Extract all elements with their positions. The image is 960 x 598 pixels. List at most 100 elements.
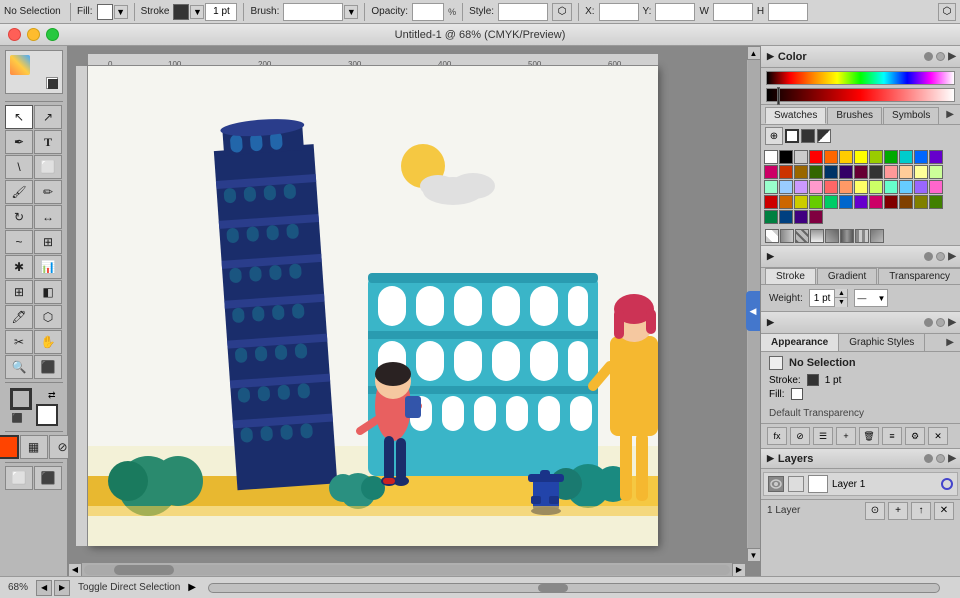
swatch-color-item[interactable] bbox=[929, 165, 943, 179]
selection-tool-btn[interactable]: ↖ bbox=[5, 105, 33, 129]
swatch-color-item[interactable] bbox=[914, 195, 928, 209]
layers-panel-min-btn[interactable] bbox=[936, 454, 945, 463]
swatch-color-item[interactable] bbox=[854, 195, 868, 209]
toggle-arrow-btn[interactable]: ▶ bbox=[188, 582, 196, 593]
appearance-fill-swatch[interactable] bbox=[791, 388, 803, 400]
stroke-widget[interactable] bbox=[10, 388, 32, 410]
pattern-swatch-item[interactable] bbox=[840, 229, 854, 243]
swatch-color-item[interactable] bbox=[914, 180, 928, 194]
stroke-panel-close-btn[interactable] bbox=[924, 252, 933, 261]
gradient-tab[interactable]: Gradient bbox=[817, 268, 877, 284]
panels-collapse-tab[interactable]: ◀ bbox=[746, 291, 760, 331]
swatch-color-item[interactable] bbox=[794, 180, 808, 194]
layer-trash-btn[interactable]: ✕ bbox=[934, 502, 954, 520]
stroke-increment-btn[interactable]: ▲ bbox=[835, 289, 847, 298]
swatch-color-item[interactable] bbox=[899, 195, 913, 209]
swatch-black[interactable] bbox=[801, 129, 815, 143]
swatch-color-item[interactable] bbox=[929, 195, 943, 209]
pattern-swatch-item[interactable] bbox=[855, 229, 869, 243]
stroke-tab[interactable]: Stroke bbox=[765, 268, 816, 284]
pen-tool-btn[interactable]: ✒ bbox=[5, 130, 33, 154]
stroke-panel-menu-btn[interactable]: ▶ bbox=[948, 251, 956, 262]
swatch-white[interactable] bbox=[785, 129, 799, 143]
status-scroll-thumb[interactable] bbox=[538, 584, 568, 592]
swatch-color-item[interactable] bbox=[869, 150, 883, 164]
layers-panel-menu-btn[interactable]: ▶ bbox=[948, 453, 956, 464]
swatch-color-item[interactable] bbox=[824, 165, 838, 179]
swatch-color-item[interactable] bbox=[854, 180, 868, 194]
pattern-swatch-item[interactable] bbox=[870, 229, 884, 243]
nav-right-btn[interactable]: ▶ bbox=[54, 580, 70, 596]
swatch-color-item[interactable] bbox=[914, 165, 928, 179]
w-input[interactable]: 0 mm bbox=[713, 3, 753, 21]
swatch-color-item[interactable] bbox=[764, 210, 778, 224]
blend-tool-btn[interactable]: ⬡ bbox=[34, 305, 62, 329]
line-tool-btn[interactable]: \ bbox=[5, 155, 33, 179]
pencil-tool-btn[interactable]: ✏ bbox=[34, 180, 62, 204]
paint-brush-tool-btn[interactable]: 🖌 bbox=[5, 180, 33, 204]
screen-mode-btn[interactable]: ⬜ bbox=[5, 466, 33, 490]
swatch-color-item[interactable] bbox=[764, 195, 778, 209]
scroll-left-btn[interactable]: ◀ bbox=[68, 563, 82, 577]
symbols-tab[interactable]: Symbols bbox=[883, 107, 939, 124]
transparency-tab[interactable]: Transparency bbox=[878, 268, 960, 284]
swatch-color-item[interactable] bbox=[764, 165, 778, 179]
swatch-color-item[interactable] bbox=[794, 150, 808, 164]
swatch-color-item[interactable] bbox=[929, 150, 943, 164]
gradient-mode-btn[interactable]: ▦ bbox=[20, 435, 48, 459]
style-selector[interactable] bbox=[498, 3, 548, 21]
swatch-color-item[interactable] bbox=[824, 195, 838, 209]
stroke-panel-min-btn[interactable] bbox=[936, 252, 945, 261]
appearance-stroke-swatch[interactable] bbox=[807, 374, 819, 386]
swatch-color-item[interactable] bbox=[809, 150, 823, 164]
stroke-decrement-btn[interactable]: ▼ bbox=[835, 298, 847, 307]
stroke-color-swatch[interactable] bbox=[173, 4, 189, 20]
swatch-special-target[interactable]: ⊕ bbox=[765, 127, 783, 145]
column-graph-tool-btn[interactable]: 📊 bbox=[34, 255, 62, 279]
stroke-cap-dropdown[interactable]: — ▼ bbox=[854, 289, 888, 307]
appearance-tab-menu[interactable]: ▶ bbox=[940, 334, 960, 351]
color-panel-min-btn[interactable] bbox=[936, 52, 945, 61]
pattern-swatch-item[interactable] bbox=[795, 229, 809, 243]
layer-select-indicator[interactable] bbox=[941, 478, 953, 490]
graphic-styles-tab[interactable]: Graphic Styles bbox=[839, 334, 925, 351]
nav-left-btn[interactable]: ◀ bbox=[36, 580, 52, 596]
appearance-tab[interactable]: Appearance bbox=[761, 334, 839, 351]
appearance-menu-btn[interactable]: ☰ bbox=[813, 427, 833, 445]
color-mode-btn[interactable] bbox=[0, 435, 19, 459]
swatch-color-item[interactable] bbox=[809, 210, 823, 224]
status-scroll[interactable] bbox=[208, 583, 940, 593]
swatch-color-item[interactable] bbox=[884, 165, 898, 179]
swatch-color-item[interactable] bbox=[794, 210, 808, 224]
gradient-tool-btn[interactable]: ◧ bbox=[34, 280, 62, 304]
color-spectrum[interactable] bbox=[766, 71, 955, 85]
swatch-color-item[interactable] bbox=[809, 195, 823, 209]
stroke-weight-spinner[interactable]: 1 pt ▲ ▼ bbox=[809, 289, 849, 307]
swatch-color-item[interactable] bbox=[869, 165, 883, 179]
swatch-color-item[interactable] bbox=[839, 165, 853, 179]
fill-dropdown-btn[interactable]: ▼ bbox=[114, 5, 128, 19]
minimize-window-btn[interactable] bbox=[27, 28, 40, 41]
swatch-color-item[interactable] bbox=[764, 150, 778, 164]
swatch-color-item[interactable] bbox=[884, 195, 898, 209]
rect-tool-btn[interactable]: ⬜ bbox=[34, 155, 62, 179]
swatch-color-item[interactable] bbox=[779, 165, 793, 179]
swatch-color-item[interactable] bbox=[779, 210, 793, 224]
layer-move-btn[interactable]: ↑ bbox=[911, 502, 931, 520]
layer-locate-btn[interactable]: ⊙ bbox=[865, 502, 885, 520]
swatch-color-item[interactable] bbox=[824, 180, 838, 194]
swatch-color-item[interactable] bbox=[884, 180, 898, 194]
appearance-panel-menu-btn[interactable]: ▶ bbox=[948, 317, 956, 328]
swatch-color-item[interactable] bbox=[899, 150, 913, 164]
swatch-color-item[interactable] bbox=[899, 165, 913, 179]
swap-colors-btn[interactable]: ⇄ bbox=[48, 390, 56, 401]
swatch-color-item[interactable] bbox=[764, 180, 778, 194]
swatch-color-item[interactable] bbox=[854, 150, 868, 164]
eyedropper-tool-btn[interactable]: 🖊 bbox=[5, 305, 33, 329]
close-window-btn[interactable] bbox=[8, 28, 21, 41]
swatch-color-item[interactable] bbox=[884, 150, 898, 164]
scale-tool-btn[interactable]: ↔ bbox=[34, 205, 62, 229]
swatch-color-item[interactable] bbox=[794, 195, 808, 209]
mesh-tool-btn[interactable]: ⊞ bbox=[5, 280, 33, 304]
swatch-color-item[interactable] bbox=[869, 195, 883, 209]
